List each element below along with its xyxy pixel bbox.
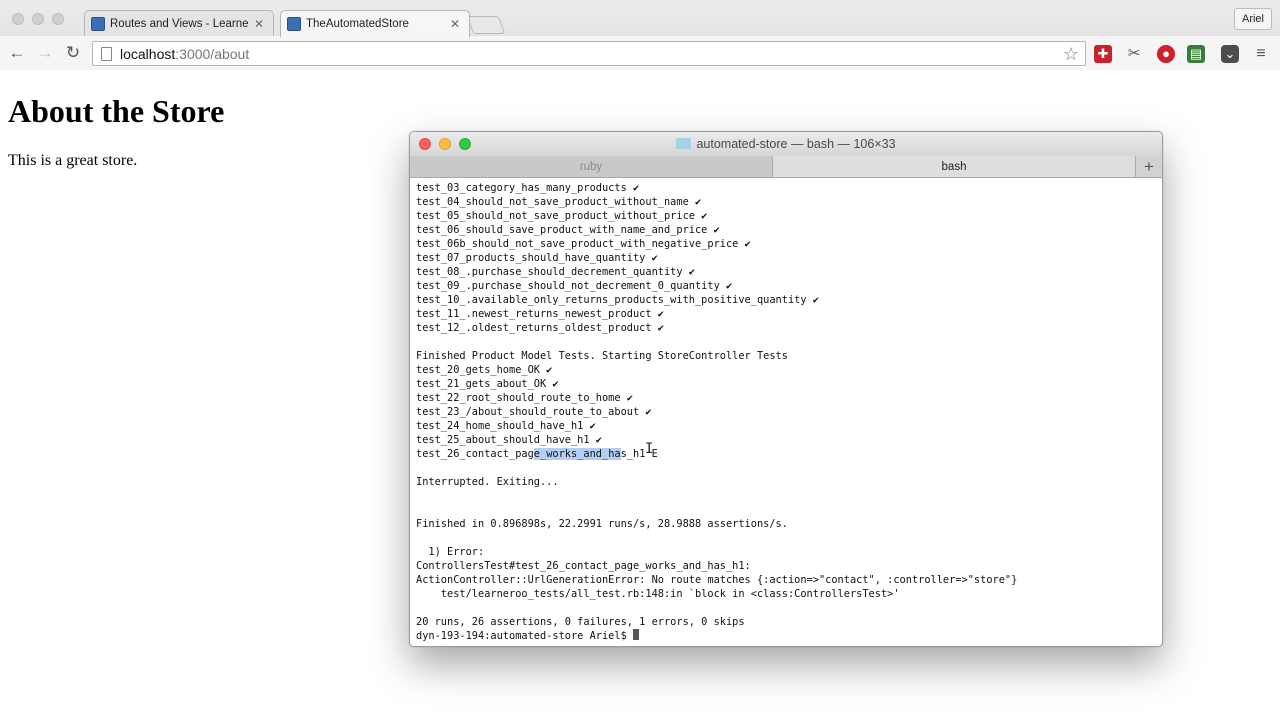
- terminal-titlebar[interactable]: automated-store — bash — 106×33: [410, 132, 1162, 156]
- terminal-line: dyn-193-194:automated-store Ariel$: [416, 629, 1158, 643]
- terminal-line: ActionController::UrlGenerationError: No…: [416, 574, 1018, 586]
- terminal-line: test_09_.purchase_should_not_decrement_0…: [416, 280, 733, 292]
- page-icon: [101, 46, 112, 61]
- bookmark-star-icon[interactable]: ☆: [1063, 44, 1079, 65]
- terminal-minimize-button[interactable]: [439, 138, 451, 150]
- tab-close-icon[interactable]: ✕: [449, 17, 461, 31]
- browser-toolbar: ← → ↻ localhost:3000/about ☆ ✚ ✂ ● ▤ ⌄ ≡: [0, 36, 1280, 70]
- terminal-output[interactable]: test_03_category_has_many_products ✔ test…: [416, 181, 1158, 646]
- store-favicon-icon: [287, 17, 301, 31]
- terminal-title: automated-store — bash — 106×33: [696, 137, 896, 151]
- back-arrow-icon[interactable]: ←: [7, 43, 27, 63]
- page-title: About the Store: [8, 93, 225, 129]
- adblock-icon[interactable]: ●: [1157, 45, 1175, 63]
- ibeam-cursor-icon: I: [645, 441, 654, 457]
- tab-title: Routes and Views - Learne: [110, 18, 249, 30]
- terminal-tab-bar: ruby bash +: [410, 156, 1162, 178]
- extension-red-icon[interactable]: ✚: [1094, 45, 1112, 63]
- terminal-line: Interrupted. Exiting...: [416, 476, 559, 488]
- window-minimize-button[interactable]: [32, 13, 44, 25]
- address-bar[interactable]: localhost:3000/about ☆: [92, 41, 1086, 66]
- url-path: :3000/about: [175, 45, 250, 62]
- terminal-line: test_06_should_save_product_with_name_an…: [416, 224, 720, 236]
- terminal-line: Finished Product Model Tests. Starting S…: [416, 350, 788, 362]
- terminal-line: test_10_.available_only_returns_products…: [416, 294, 819, 306]
- terminal-line: test_21_gets_about_OK ✔: [416, 378, 559, 390]
- terminal-window[interactable]: automated-store — bash — 106×33 ruby bas…: [409, 131, 1163, 647]
- terminal-line: Finished in 0.896898s, 22.2991 runs/s, 2…: [416, 518, 788, 530]
- terminal-cursor: [632, 629, 639, 640]
- terminal-line: test_04_should_not_save_product_without_…: [416, 196, 702, 208]
- terminal-line: test_07_products_should_have_quantity ✔: [416, 252, 658, 264]
- terminal-line: test_12_.oldest_returns_oldest_product ✔: [416, 322, 664, 334]
- terminal-line: test_23_/about_should_route_to_about ✔: [416, 406, 652, 418]
- window-close-button[interactable]: [12, 13, 24, 25]
- terminal-line: test_05_should_not_save_product_without_…: [416, 210, 708, 222]
- terminal-line: test_06b_should_not_save_product_with_ne…: [416, 238, 751, 250]
- terminal-line: test_20_gets_home_OK ✔: [416, 364, 553, 376]
- window-zoom-button[interactable]: [52, 13, 64, 25]
- terminal-line: test_08_.purchase_should_decrement_quant…: [416, 266, 695, 278]
- tab-close-icon[interactable]: ✕: [253, 17, 265, 31]
- tab-the-automated-store[interactable]: TheAutomatedStore ✕: [280, 10, 470, 37]
- terminal-tab-bash[interactable]: bash: [773, 156, 1136, 177]
- terminal-line: test_22_root_should_route_to_home ✔: [416, 392, 633, 404]
- terminal-line: 1) Error:: [416, 546, 485, 558]
- menu-icon[interactable]: ≡: [1252, 45, 1270, 63]
- terminal-line: 20 runs, 26 assertions, 0 failures, 1 er…: [416, 616, 745, 628]
- forward-arrow-icon[interactable]: →: [35, 43, 55, 63]
- terminal-line: ControllersTest#test_26_contact_page_wor…: [416, 560, 751, 572]
- terminal-close-button[interactable]: [419, 138, 431, 150]
- terminal-line: test_26_contact_page_works_and_has_h1 E: [416, 448, 658, 460]
- tab-title: TheAutomatedStore: [306, 18, 409, 30]
- new-tab-button[interactable]: [466, 16, 506, 34]
- profile-button[interactable]: Ariel: [1234, 8, 1272, 30]
- url-host: localhost: [120, 45, 176, 62]
- terminal-tab-ruby[interactable]: ruby: [410, 156, 773, 177]
- scissors-icon[interactable]: ✂: [1125, 45, 1143, 63]
- pocket-icon[interactable]: ⌄: [1221, 45, 1239, 63]
- terminal-line: test_24_home_should_have_h1 ✔: [416, 420, 596, 432]
- new-terminal-tab-button[interactable]: +: [1136, 156, 1162, 177]
- folder-icon: [676, 138, 692, 149]
- terminal-line: test_25_about_should_have_h1 ✔: [416, 434, 602, 446]
- terminal-line: test_03_category_has_many_products ✔: [416, 182, 640, 194]
- browser-chrome: Routes and Views - Learne ✕ TheAutomated…: [0, 0, 1280, 70]
- terminal-zoom-button[interactable]: [459, 138, 471, 150]
- learneroo-favicon-icon: [91, 17, 105, 31]
- page-paragraph: This is a great store.: [8, 152, 138, 169]
- extension-green-icon[interactable]: ▤: [1187, 45, 1205, 63]
- terminal-line: test_11_.newest_returns_newest_product ✔: [416, 308, 664, 320]
- reload-icon[interactable]: ↻: [63, 43, 83, 63]
- text-selection: e_works_and_ha: [533, 448, 621, 460]
- tab-routes-and-views[interactable]: Routes and Views - Learne ✕: [84, 10, 274, 37]
- terminal-line: test/learneroo_tests/all_test.rb:148:in …: [416, 588, 900, 600]
